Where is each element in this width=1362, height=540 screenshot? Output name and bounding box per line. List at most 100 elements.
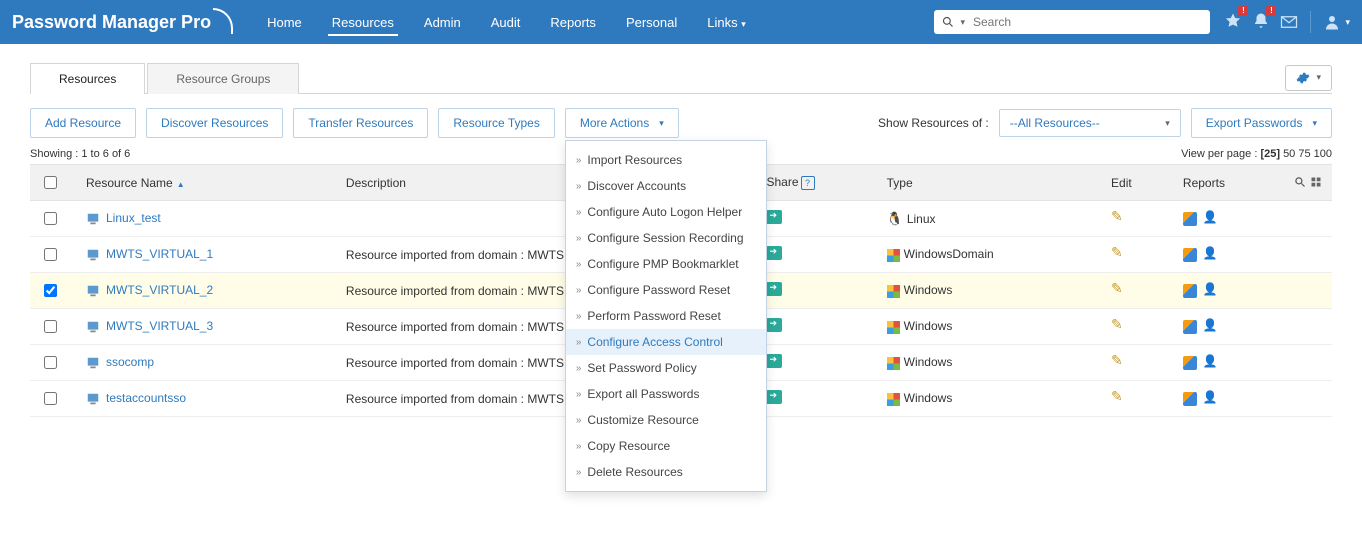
menu-configure-session-recording[interactable]: »Configure Session Recording (566, 225, 766, 251)
menu-configure-auto-logon-helper[interactable]: »Configure Auto Logon Helper (566, 199, 766, 225)
user-report-icon[interactable] (1203, 212, 1217, 226)
menu-configure-access-control[interactable]: »Configure Access Control (566, 329, 766, 355)
discover-resources-button[interactable]: Discover Resources (146, 108, 283, 138)
cell-type: Windows (877, 273, 1101, 309)
resource-link[interactable]: testaccountsso (106, 391, 186, 405)
nav-resources[interactable]: Resources (318, 3, 408, 42)
column-search-icon[interactable] (1294, 176, 1306, 188)
favorites-button[interactable]: ! (1224, 12, 1242, 33)
row-checkbox[interactable] (44, 320, 57, 333)
share-icon[interactable] (766, 390, 782, 404)
report-icon[interactable] (1183, 212, 1197, 226)
export-passwords-button[interactable]: Export Passwords ▾ (1191, 108, 1332, 138)
resource-link[interactable]: MWTS_VIRTUAL_1 (106, 247, 213, 261)
search-input[interactable] (971, 14, 1202, 30)
more-actions-label: More Actions (580, 116, 649, 130)
user-report-icon[interactable] (1203, 392, 1217, 406)
nav-admin[interactable]: Admin (410, 3, 475, 42)
report-icon[interactable] (1183, 248, 1197, 262)
edit-icon[interactable] (1111, 318, 1127, 332)
top-bar: Password Manager Pro HomeResourcesAdminA… (0, 0, 1362, 44)
resource-link[interactable]: MWTS_VIRTUAL_2 (106, 283, 213, 297)
edit-icon[interactable] (1111, 282, 1127, 296)
help-icon[interactable]: ? (801, 176, 815, 190)
menu-configure-pmp-bookmarklet[interactable]: »Configure PMP Bookmarklet (566, 251, 766, 277)
search-icon (942, 16, 954, 28)
edit-icon[interactable] (1111, 354, 1127, 368)
resource-filter-select[interactable]: --All Resources-- ▾ (999, 109, 1181, 137)
notifications-button[interactable]: ! (1252, 12, 1270, 33)
mail-icon[interactable] (1280, 13, 1298, 31)
add-resource-button[interactable]: Add Resource (30, 108, 136, 138)
row-checkbox[interactable] (44, 392, 57, 405)
row-checkbox[interactable] (44, 248, 57, 261)
column-settings-icon[interactable] (1310, 176, 1322, 188)
nav-audit[interactable]: Audit (477, 3, 535, 42)
resource-link[interactable]: Linux_test (106, 211, 161, 225)
col-share[interactable]: Share? (756, 165, 876, 201)
share-icon[interactable] (766, 318, 782, 332)
report-icon[interactable] (1183, 356, 1197, 370)
user-report-icon[interactable] (1203, 284, 1217, 298)
chevron-right-icon: » (576, 441, 582, 452)
menu-set-password-policy[interactable]: »Set Password Policy (566, 355, 766, 381)
col-type[interactable]: Type (877, 165, 1101, 201)
edit-icon[interactable] (1111, 210, 1127, 224)
cell-type: WindowsDomain (877, 237, 1101, 273)
user-report-icon[interactable] (1203, 356, 1217, 370)
cell-type: Windows (877, 381, 1101, 417)
resource-types-button[interactable]: Resource Types (438, 108, 555, 138)
menu-delete-resources[interactable]: »Delete Resources (566, 459, 766, 485)
resource-icon (86, 392, 100, 406)
more-actions-button[interactable]: More Actions ▾ (565, 108, 679, 138)
resource-link[interactable]: ssocomp (106, 355, 154, 369)
user-report-icon[interactable] (1203, 320, 1217, 334)
row-checkbox[interactable] (44, 284, 57, 297)
chevron-right-icon: » (576, 181, 582, 192)
nav-home[interactable]: Home (253, 3, 316, 42)
menu-copy-resource[interactable]: »Copy Resource (566, 433, 766, 459)
tab-resource-groups[interactable]: Resource Groups (147, 63, 299, 94)
search-box[interactable]: ▾ (934, 10, 1210, 34)
select-all-checkbox[interactable] (44, 176, 57, 189)
tab-resources[interactable]: Resources (30, 63, 145, 94)
resource-link[interactable]: MWTS_VIRTUAL_3 (106, 319, 213, 333)
share-icon[interactable] (766, 354, 782, 368)
resource-icon (86, 356, 100, 370)
col-edit[interactable]: Edit (1101, 165, 1173, 201)
nav-personal[interactable]: Personal (612, 3, 691, 42)
menu-configure-password-reset[interactable]: »Configure Password Reset (566, 277, 766, 303)
chevron-right-icon: » (576, 337, 582, 348)
action-row: Add Resource Discover Resources Transfer… (30, 108, 1332, 138)
edit-icon[interactable] (1111, 246, 1127, 260)
report-icon[interactable] (1183, 392, 1197, 406)
menu-export-all-passwords[interactable]: »Export all Passwords (566, 381, 766, 407)
settings-button[interactable]: ▾ (1285, 65, 1332, 91)
menu-import-resources[interactable]: »Import Resources (566, 147, 766, 173)
edit-icon[interactable] (1111, 390, 1127, 404)
transfer-resources-button[interactable]: Transfer Resources (293, 108, 428, 138)
row-checkbox[interactable] (44, 356, 57, 369)
col-reports[interactable]: Reports (1173, 165, 1332, 201)
menu-perform-password-reset[interactable]: »Perform Password Reset (566, 303, 766, 329)
user-menu[interactable]: ▾ (1323, 13, 1350, 31)
menu-customize-resource[interactable]: »Customize Resource (566, 407, 766, 433)
report-icon[interactable] (1183, 320, 1197, 334)
report-icon[interactable] (1183, 284, 1197, 298)
view-per-page[interactable]: View per page : [25] 50 75 100 (1181, 148, 1332, 160)
chevron-down-icon: ▾ (1316, 72, 1321, 83)
chevron-right-icon: » (576, 311, 582, 322)
search-scope-caret-icon[interactable]: ▾ (960, 17, 965, 28)
row-checkbox[interactable] (44, 212, 57, 225)
share-icon[interactable] (766, 246, 782, 260)
more-actions-menu: »Import Resources»Discover Accounts»Conf… (565, 140, 767, 492)
nav-links[interactable]: Links ▾ (693, 3, 760, 42)
nav-reports[interactable]: Reports (536, 3, 610, 42)
share-icon[interactable] (766, 210, 782, 224)
share-icon[interactable] (766, 282, 782, 296)
user-report-icon[interactable] (1203, 248, 1217, 262)
menu-discover-accounts[interactable]: »Discover Accounts (566, 173, 766, 199)
col-resource-name[interactable]: Resource Name▲ (76, 165, 336, 201)
sort-asc-icon: ▲ (177, 180, 185, 189)
chevron-right-icon: » (576, 233, 582, 244)
